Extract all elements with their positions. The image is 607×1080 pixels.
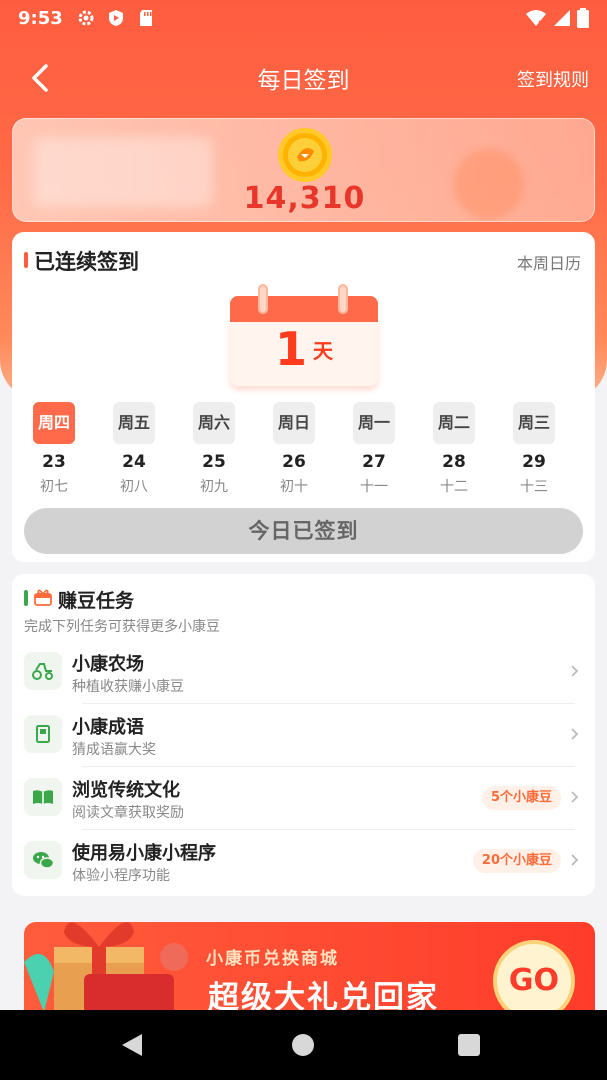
open-book-icon <box>24 778 62 816</box>
signin-section-title: 已连续签到 <box>34 250 139 274</box>
reward-badge: 20个小康豆 <box>472 849 561 873</box>
weekday-label: 周六 <box>193 402 235 444</box>
day-item[interactable]: 周日 26 初十 <box>264 402 324 496</box>
coin-balance-value: 14,310 <box>243 181 366 216</box>
task-item-mini-program[interactable]: 使用易小康小程序 体验小程序功能 20个小康豆 <box>24 831 583 893</box>
wifi-icon <box>525 9 547 32</box>
calendar-ring <box>258 284 268 314</box>
signin-card: 已连续签到 本周日历 1天 周四 23 初七 周五 24 初八 周六 25 初九… <box>12 232 595 562</box>
system-home-icon[interactable] <box>292 1034 314 1056</box>
signed-today-button[interactable]: 今日已签到 <box>24 508 583 554</box>
section-accent-bar <box>24 252 28 268</box>
day-number: 23 <box>42 452 66 472</box>
day-item[interactable]: 周六 25 初九 <box>184 402 244 496</box>
banner-subtitle: 小康币兑换商城 <box>206 949 339 969</box>
weekday-label: 周五 <box>113 402 155 444</box>
shop-promo-banner[interactable]: 小康币兑换商城 超级大礼兑回家 GO <box>24 922 595 1022</box>
chevron-right-icon <box>569 849 581 871</box>
gift-box-icon <box>34 588 52 606</box>
book-icon <box>24 715 62 753</box>
streak-calendar-badge: 1天 <box>230 284 378 388</box>
system-navigation-bar <box>0 1010 607 1080</box>
status-time: 9:53 <box>18 7 63 29</box>
signal-icon <box>553 9 571 32</box>
calendar-ring <box>338 284 348 314</box>
status-bar: 9:53 <box>0 0 607 36</box>
day-number: 27 <box>362 452 386 472</box>
gift-box-illustration <box>24 922 194 1022</box>
weekday-label: 周四 <box>33 402 75 444</box>
task-item-idioms[interactable]: 小康成语 猜成语赢大奖 <box>24 705 583 767</box>
lunar-date: 十三 <box>520 479 548 495</box>
page-title: 每日签到 <box>257 68 350 94</box>
divider <box>82 829 575 830</box>
day-number: 25 <box>202 452 226 472</box>
rules-link[interactable]: 签到规则 <box>517 66 589 92</box>
lunar-date: 初九 <box>200 479 228 495</box>
chevron-right-icon <box>569 660 581 682</box>
chevron-right-icon <box>569 786 581 808</box>
weekday-label: 周二 <box>433 402 475 444</box>
day-item[interactable]: 周三 29 十三 <box>504 402 564 496</box>
top-navbar: 每日签到 签到规则 <box>0 52 607 104</box>
task-description: 猜成语赢大奖 <box>72 742 156 758</box>
task-name: 使用易小康小程序 <box>72 843 216 864</box>
calendar-header <box>230 296 378 322</box>
weekday-label: 周一 <box>353 402 395 444</box>
battery-icon <box>577 8 589 33</box>
settings-icon <box>77 9 95 27</box>
back-arrow-icon[interactable] <box>26 62 58 94</box>
lunar-date: 十一 <box>360 479 388 495</box>
streak-count: 1 <box>274 322 307 376</box>
tasks-subtitle: 完成下列任务可获得更多小康豆 <box>24 619 220 635</box>
lunar-date: 初八 <box>120 479 148 495</box>
task-name: 小康成语 <box>72 717 144 738</box>
shield-play-icon <box>107 9 125 27</box>
divider <box>82 703 575 704</box>
weekday-label: 周日 <box>273 402 315 444</box>
streak-days: 1天 <box>230 322 378 376</box>
task-item-culture[interactable]: 浏览传统文化 阅读文章获取奖励 5个小康豆 <box>24 768 583 830</box>
day-number: 28 <box>442 452 466 472</box>
task-description: 体验小程序功能 <box>72 868 170 884</box>
chevron-right-icon <box>569 723 581 745</box>
week-calendar: 周四 23 初七 周五 24 初八 周六 25 初九 周日 26 初十 周一 2… <box>24 402 583 498</box>
wechat-icon <box>24 841 62 879</box>
lunar-date: 十二 <box>440 479 468 495</box>
task-description: 阅读文章获取奖励 <box>72 805 184 821</box>
lunar-date: 初十 <box>280 479 308 495</box>
day-item[interactable]: 周二 28 十二 <box>424 402 484 496</box>
reward-badge: 5个小康豆 <box>481 786 561 810</box>
gold-coin-icon <box>277 127 333 183</box>
tasks-section-title: 赚豆任务 <box>58 590 135 612</box>
system-recents-icon[interactable] <box>458 1034 480 1056</box>
earn-beans-task-card: 赚豆任务 完成下列任务可获得更多小康豆 小康农场 种植收获赚小康豆 小康成语 猜… <box>12 574 595 896</box>
weekday-label: 周三 <box>513 402 555 444</box>
system-back-icon[interactable] <box>120 1032 144 1062</box>
streak-unit: 天 <box>313 338 333 363</box>
section-accent-bar <box>24 590 28 606</box>
tractor-icon <box>24 652 62 690</box>
sd-card-icon <box>137 9 155 27</box>
day-number: 29 <box>522 452 546 472</box>
day-number: 24 <box>122 452 146 472</box>
task-item-farm[interactable]: 小康农场 种植收获赚小康豆 <box>24 642 583 704</box>
coin-balance-card: 14,310 <box>12 118 595 222</box>
lunar-date: 初七 <box>40 479 68 495</box>
task-name: 浏览传统文化 <box>72 780 180 801</box>
week-calendar-link[interactable]: 本周日历 <box>517 250 581 274</box>
day-item[interactable]: 周一 27 十一 <box>344 402 404 496</box>
task-name: 小康农场 <box>72 654 144 675</box>
day-number: 26 <box>282 452 306 472</box>
day-item[interactable]: 周四 23 初七 <box>24 402 84 496</box>
divider <box>82 766 575 767</box>
task-description: 种植收获赚小康豆 <box>72 679 184 695</box>
day-item[interactable]: 周五 24 初八 <box>104 402 164 496</box>
